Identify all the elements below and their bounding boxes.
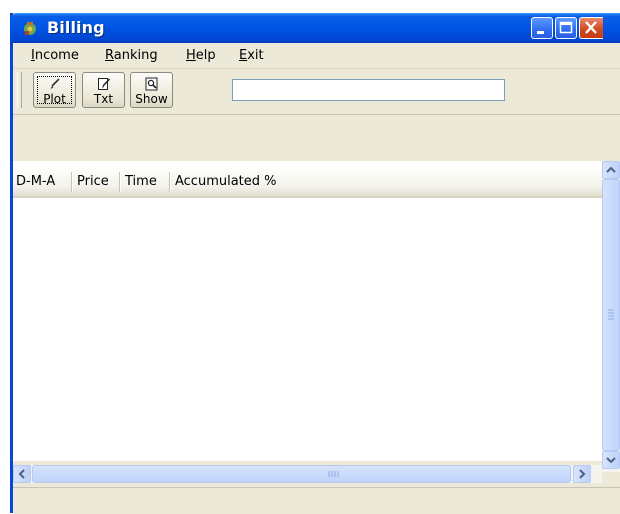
vertical-scroll-thumb[interactable]	[602, 179, 620, 451]
scroll-right-button[interactable]	[573, 465, 591, 483]
maximize-icon	[559, 21, 573, 34]
txt-button[interactable]: Txt	[82, 72, 125, 108]
column-separator[interactable]	[119, 172, 121, 192]
column-header-time[interactable]: Time	[125, 174, 157, 189]
list-header: D-M-A Price Time Accumulated %	[13, 166, 602, 198]
column-header-price[interactable]: Price	[77, 174, 109, 189]
menu-help[interactable]: Help	[186, 48, 216, 63]
scroll-up-button[interactable]	[602, 161, 620, 179]
minimize-icon	[537, 31, 544, 34]
close-icon	[585, 21, 597, 34]
grip-lines-icon	[328, 471, 339, 477]
billing-list[interactable]: D-M-A Price Time Accumulated %	[13, 161, 620, 461]
maximize-button[interactable]	[555, 17, 577, 39]
title-bar[interactable]: Billing	[10, 13, 620, 43]
show-label: Show	[135, 92, 168, 106]
menu-bar: Income Ranking Help Exit	[13, 43, 620, 69]
grip-lines-icon	[608, 309, 614, 320]
horizontal-scroll-thumb[interactable]	[32, 465, 571, 483]
column-separator[interactable]	[71, 172, 73, 192]
menu-ranking[interactable]: Ranking	[105, 48, 158, 63]
horizontal-scrollbar[interactable]	[13, 465, 602, 483]
money-bag-icon	[24, 22, 36, 35]
scroll-left-button[interactable]	[13, 465, 31, 483]
column-header-accumulated[interactable]: Accumulated %	[175, 174, 277, 189]
column-separator[interactable]	[169, 172, 171, 192]
window-title: Billing	[47, 18, 105, 37]
edit-document-icon	[98, 78, 111, 90]
chevron-up-icon	[606, 166, 616, 173]
toolbar: Plot Txt Show	[13, 69, 620, 115]
chevron-down-icon	[606, 457, 616, 464]
billing-window: Billing Income Ranking Help Exit Plot Tx…	[10, 13, 620, 514]
column-header-date[interactable]: D-M-A	[16, 174, 55, 189]
plot-button[interactable]: Plot	[33, 72, 76, 108]
search-input[interactable]	[232, 79, 505, 101]
plot-label: Plot	[43, 92, 66, 106]
pen-icon	[50, 78, 60, 89]
menu-exit[interactable]: Exit	[239, 48, 264, 63]
minimize-button[interactable]	[531, 17, 553, 39]
close-button[interactable]	[579, 17, 603, 39]
scroll-down-button[interactable]	[602, 451, 620, 469]
status-bar	[13, 487, 620, 514]
txt-label: Txt	[93, 92, 114, 106]
show-button[interactable]: Show	[130, 72, 173, 108]
chevron-left-icon	[18, 469, 25, 479]
chevron-right-icon	[579, 469, 586, 479]
vertical-scrollbar[interactable]	[602, 161, 620, 472]
menu-income[interactable]: Income	[31, 48, 79, 63]
toolbar-grip[interactable]	[17, 72, 22, 108]
magnify-page-icon	[145, 77, 158, 91]
